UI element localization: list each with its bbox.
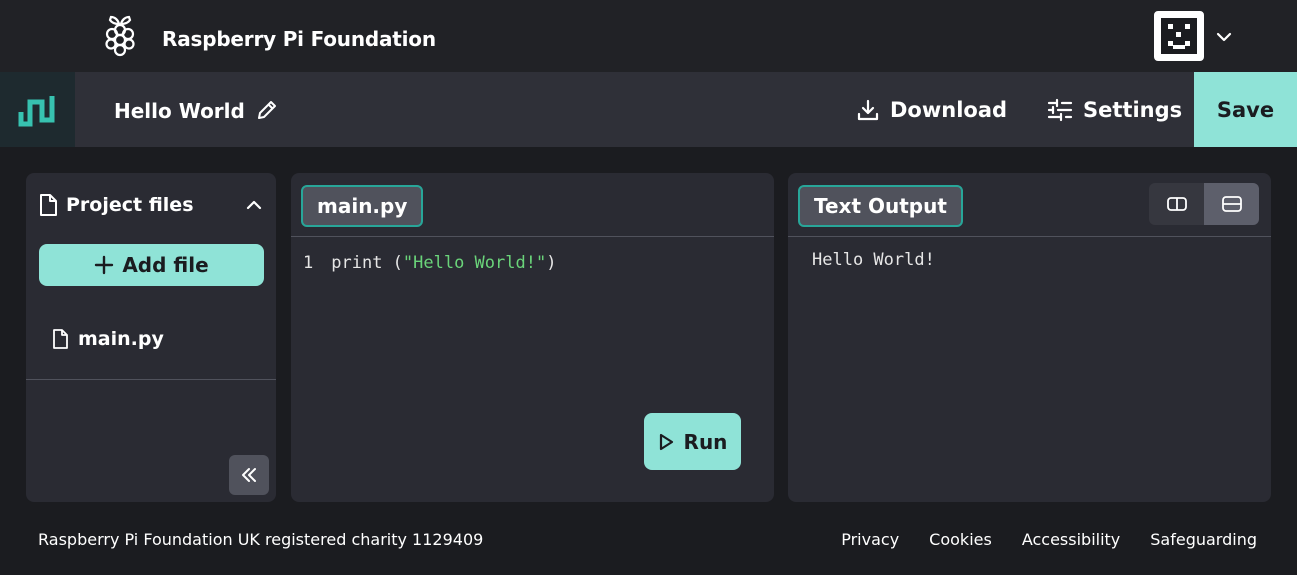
split-view-vertical-button[interactable] xyxy=(1149,183,1204,225)
tab-text-output[interactable]: Text Output xyxy=(798,185,963,227)
footer-link-safeguarding[interactable]: Safeguarding xyxy=(1150,530,1257,549)
run-label: Run xyxy=(683,429,728,454)
footer-link-privacy[interactable]: Privacy xyxy=(841,530,899,549)
split-horizontal-icon xyxy=(1221,196,1242,212)
editor-logo-icon xyxy=(18,95,54,126)
project-files-header[interactable]: Project files xyxy=(38,191,264,219)
plus-icon xyxy=(95,255,114,275)
output-panel: Text Output Hello World! xyxy=(788,173,1271,502)
tab-main-py[interactable]: main.py xyxy=(301,185,424,227)
settings-button[interactable]: Settings xyxy=(1047,92,1182,128)
file-icon xyxy=(40,194,57,216)
play-icon xyxy=(659,433,673,450)
run-button[interactable]: Run xyxy=(644,413,741,470)
save-button[interactable]: Save xyxy=(1194,72,1297,147)
editor-logo[interactable] xyxy=(0,72,75,147)
add-file-button[interactable]: Add file xyxy=(39,244,264,286)
download-icon xyxy=(857,99,879,121)
file-name: main.py xyxy=(78,328,164,350)
pixel-face-icon xyxy=(1156,13,1202,59)
download-button[interactable]: Download xyxy=(856,92,1007,128)
add-file-label: Add file xyxy=(122,253,209,277)
brand-name[interactable]: Raspberry Pi Foundation xyxy=(162,27,436,51)
split-vertical-icon xyxy=(1166,197,1187,211)
download-label: Download xyxy=(890,98,1008,122)
file-icon xyxy=(53,329,68,349)
divider xyxy=(291,236,774,237)
footer-charity-text: Raspberry Pi Foundation UK registered ch… xyxy=(38,530,484,549)
chevron-down-icon[interactable] xyxy=(1213,26,1235,48)
code-editor-panel: main.py 1 print ("Hello World!") Run xyxy=(291,173,774,502)
sliders-icon xyxy=(1047,98,1073,122)
divider xyxy=(788,236,1271,237)
code-string: "Hello World!" xyxy=(402,253,547,273)
footer-links: Privacy Cookies Accessibility Safeguardi… xyxy=(841,530,1257,549)
project-files-title: Project files xyxy=(66,194,194,216)
collapse-sidebar-button[interactable] xyxy=(229,455,269,495)
line-number: 1 xyxy=(303,253,314,273)
divider xyxy=(26,379,276,380)
split-view-horizontal-button[interactable] xyxy=(1204,183,1259,225)
project-name: Hello World xyxy=(114,99,245,123)
double-chevron-left-icon xyxy=(242,468,256,482)
view-toggle xyxy=(1149,183,1259,225)
chevron-up-icon[interactable] xyxy=(244,195,264,215)
file-item-main-py[interactable]: main.py xyxy=(52,325,164,353)
project-bar: Hello World Download Settings Save xyxy=(0,72,1297,147)
code-line[interactable]: 1 print ("Hello World!") xyxy=(303,253,556,273)
top-bar: Raspberry Pi Foundation xyxy=(0,0,1297,72)
code-text: ) xyxy=(546,253,557,273)
footer-link-accessibility[interactable]: Accessibility xyxy=(1022,530,1120,549)
avatar[interactable] xyxy=(1154,11,1204,61)
raspberry-icon[interactable] xyxy=(102,14,138,58)
output-text: Hello World! xyxy=(812,250,935,270)
project-files-panel: Project files Add file main.py xyxy=(26,173,276,502)
footer-link-cookies[interactable]: Cookies xyxy=(929,530,992,549)
settings-label: Settings xyxy=(1083,98,1183,122)
code-text: print ( xyxy=(331,253,403,273)
pencil-icon[interactable] xyxy=(255,98,279,122)
